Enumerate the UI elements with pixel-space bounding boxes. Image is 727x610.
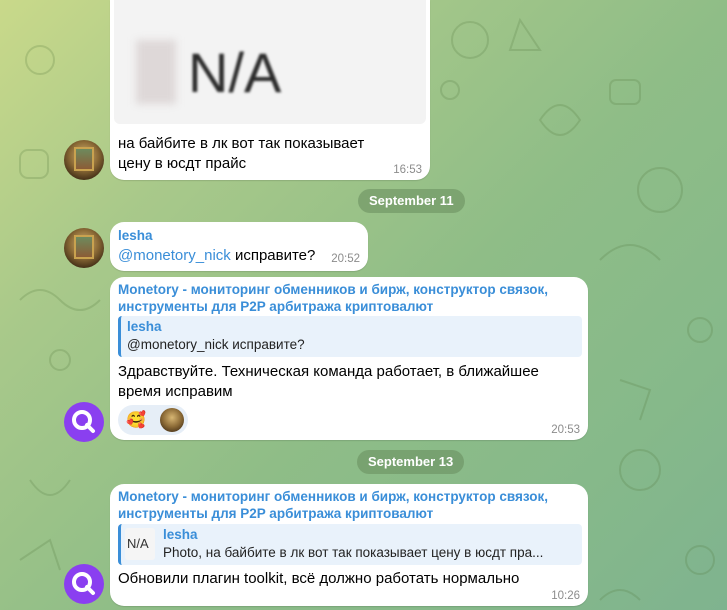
message-text: Обновили плагин toolkit, всё должно рабо… — [118, 570, 520, 587]
mention-link[interactable]: @monetory_nick — [118, 247, 231, 264]
reply-text: Photo, на байбите в лк вот так показывае… — [163, 545, 544, 560]
blurred-image-left — [136, 40, 176, 104]
date-separator: September 11 — [358, 189, 465, 213]
sender-name[interactable]: Monetory - мониторинг обменников и бирж,… — [118, 281, 578, 315]
avatar-painting — [74, 235, 94, 259]
avatar-monetory[interactable] — [64, 564, 104, 604]
message-time: 20:52 — [331, 253, 360, 265]
reply-text: @monetory_nick исправите? — [127, 337, 305, 352]
reply-thumbnail: N/A — [125, 528, 155, 560]
photo-attachment[interactable]: N/A — [114, 0, 426, 124]
avatar-lesha[interactable] — [64, 228, 104, 268]
date-separator: September 13 — [357, 450, 465, 474]
message-time: 20:53 — [551, 424, 580, 436]
message-bubble-4[interactable]: Monetory - мониторинг обменников и бирж,… — [110, 484, 588, 606]
reply-quote[interactable]: lesha @monetory_nick исправите? — [118, 316, 582, 357]
message-text-rest: исправите? — [230, 247, 316, 264]
message-bubble-1[interactable]: N/A на байбите в лк вот так показывает ц… — [110, 0, 430, 180]
message-text: @monetory_nick исправите? — [118, 246, 315, 266]
avatar-monetory[interactable] — [64, 402, 104, 442]
reply-quote[interactable]: N/A lesha Photo, на байбите в лк вот так… — [118, 524, 582, 565]
sender-name[interactable]: Monetory - мониторинг обменников и бирж,… — [118, 488, 578, 522]
search-logo-icon — [72, 572, 95, 595]
reply-sender: lesha — [127, 319, 162, 334]
photo-text: N/A — [188, 41, 282, 104]
message-time: 16:53 — [393, 164, 422, 176]
reaction-emoji: 🥰 — [126, 412, 146, 429]
avatar-lesha[interactable] — [64, 140, 104, 180]
search-logo-icon — [72, 410, 95, 433]
reaction-user-avatar — [160, 408, 184, 432]
reply-thumbnail-text: N/A — [127, 536, 149, 551]
sender-name[interactable]: lesha — [118, 227, 153, 244]
message-time: 10:26 — [551, 590, 580, 602]
reaction-chip[interactable]: 🥰 — [118, 405, 188, 435]
message-bubble-2[interactable]: lesha @monetory_nick исправите? 20:52 — [110, 222, 368, 271]
reply-sender: lesha — [163, 527, 198, 542]
message-bubble-3[interactable]: Monetory - мониторинг обменников и бирж,… — [110, 277, 588, 440]
avatar-painting — [74, 147, 94, 171]
message-text: на байбите в лк вот так показывает цену … — [118, 135, 365, 172]
message-text: Здравствуйте. Техническая команда работа… — [118, 363, 539, 400]
